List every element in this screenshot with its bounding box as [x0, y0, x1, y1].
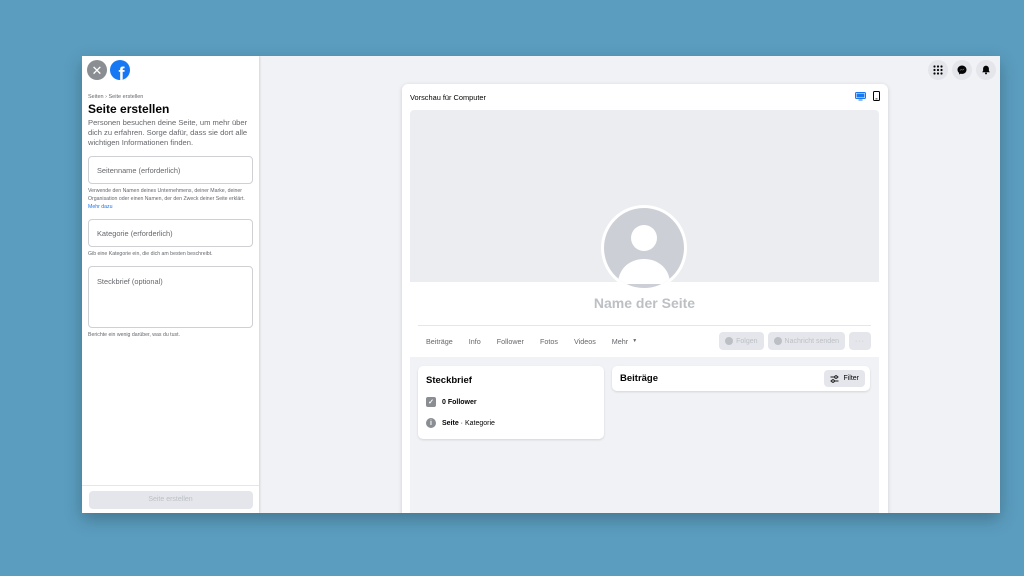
app-window: ✕ f Seiten › Seite erstellen Seite erste… [82, 56, 1000, 513]
close-icon[interactable]: ✕ [87, 60, 107, 80]
category-hint: Gib eine Kategorie ein, die dich am best… [88, 251, 213, 257]
left-topbar: ✕ f [82, 56, 259, 84]
followers-count: 0 Follower [442, 398, 477, 406]
posts-card: Beiträge Filter [612, 366, 870, 391]
page-title: Seite erstellen [88, 102, 170, 116]
more-options-button[interactable]: ··· [849, 332, 871, 350]
breadcrumb-current: Seite erstellen [108, 94, 144, 100]
intro-title: Steckbrief [426, 375, 472, 386]
posts-title: Beiträge [620, 373, 659, 384]
page-name-input[interactable]: Seitenname (erforderlich) [88, 156, 253, 184]
avatar [601, 205, 687, 291]
followers-icon: ✓ [426, 397, 436, 407]
page-category-label: · Kategorie [458, 419, 495, 427]
facebook-logo-icon[interactable]: f [110, 60, 130, 80]
bell-icon[interactable] [976, 60, 996, 80]
follow-label: Folgen [736, 337, 758, 345]
filter-icon [830, 374, 839, 383]
tab-more-label: Mehr [611, 336, 629, 346]
category-input[interactable]: Kategorie (erforderlich) [88, 219, 253, 247]
breadcrumb-parent[interactable]: Seiten [88, 94, 104, 100]
filter-label: Filter [843, 375, 859, 382]
desktop-preview-card: Vorschau für Computer Name der Seite Bei… [402, 84, 888, 513]
tab-more[interactable]: Mehr ▼ [604, 332, 645, 350]
page-type-text: Seite · Kategorie [442, 420, 495, 427]
filter-button[interactable]: Filter [824, 370, 865, 387]
breadcrumb: Seiten › Seite erstellen [88, 94, 253, 100]
page-name-hint-text: Verwende den Namen deines Unternehmens, … [88, 188, 245, 202]
page-description: Personen besuchen deine Seite, um mehr ü… [88, 118, 248, 147]
messenger-icon[interactable] [952, 60, 972, 80]
tab-videos[interactable]: Videos [566, 332, 604, 350]
tab-posts[interactable]: Beiträge [418, 332, 461, 350]
send-message-label: Nachricht senden [784, 337, 839, 345]
tabs-divider [418, 325, 871, 326]
create-page-form: Seiten › Seite erstellen Seite erstellen… [82, 94, 259, 339]
avatar-placeholder-icon [618, 225, 670, 284]
learn-more-link[interactable]: Mehr dazu [88, 204, 113, 210]
tab-info[interactable]: Info [461, 332, 489, 350]
follow-button[interactable]: Folgen [719, 332, 764, 350]
bio-textarea[interactable]: Steckbrief (optional) [88, 266, 253, 328]
device-toggle [855, 88, 880, 106]
bio-hint: Berichte ein wenig darüber, was du tust. [88, 332, 180, 338]
page-preview: Name der Seite Beiträge Info Follower Fo… [410, 110, 879, 513]
page-name-hint: Verwende den Namen deines Unternehmens, … [88, 187, 253, 211]
page-type-label: Seite [442, 419, 459, 427]
desktop-icon[interactable] [855, 88, 866, 106]
mobile-icon[interactable] [873, 88, 880, 106]
info-icon: i [426, 418, 436, 428]
create-page-panel: ✕ f Seiten › Seite erstellen Seite erste… [82, 56, 259, 513]
preview-header: Vorschau für Computer [402, 84, 888, 110]
breadcrumb-separator: › [105, 94, 107, 100]
page-name-preview: Name der Seite [593, 295, 696, 311]
create-page-button[interactable]: Seite erstellen [88, 490, 253, 509]
page-actions: Folgen Nachricht senden ··· [719, 332, 871, 350]
tab-followers[interactable]: Follower [489, 332, 532, 350]
page-type-row: i Seite · Kategorie [426, 418, 495, 428]
send-message-button[interactable]: Nachricht senden [767, 332, 845, 350]
tab-photos[interactable]: Fotos [532, 332, 566, 350]
top-right-icons [928, 60, 996, 80]
followers-row: ✓ 0 Follower [426, 397, 477, 407]
follow-icon [725, 337, 734, 345]
profile-header: Name der Seite Beiträge Info Follower Fo… [410, 110, 879, 357]
preview-title: Vorschau für Computer [410, 92, 486, 102]
apps-grid-icon[interactable] [928, 60, 948, 80]
intro-card: Steckbrief ✓ 0 Follower i Seite · Katego… [418, 366, 604, 439]
left-footer: Seite erstellen [82, 485, 259, 513]
messenger-small-icon [773, 337, 782, 345]
caret-down-icon: ▼ [632, 338, 638, 344]
page-tabs: Beiträge Info Follower Fotos Videos Mehr… [418, 332, 645, 350]
